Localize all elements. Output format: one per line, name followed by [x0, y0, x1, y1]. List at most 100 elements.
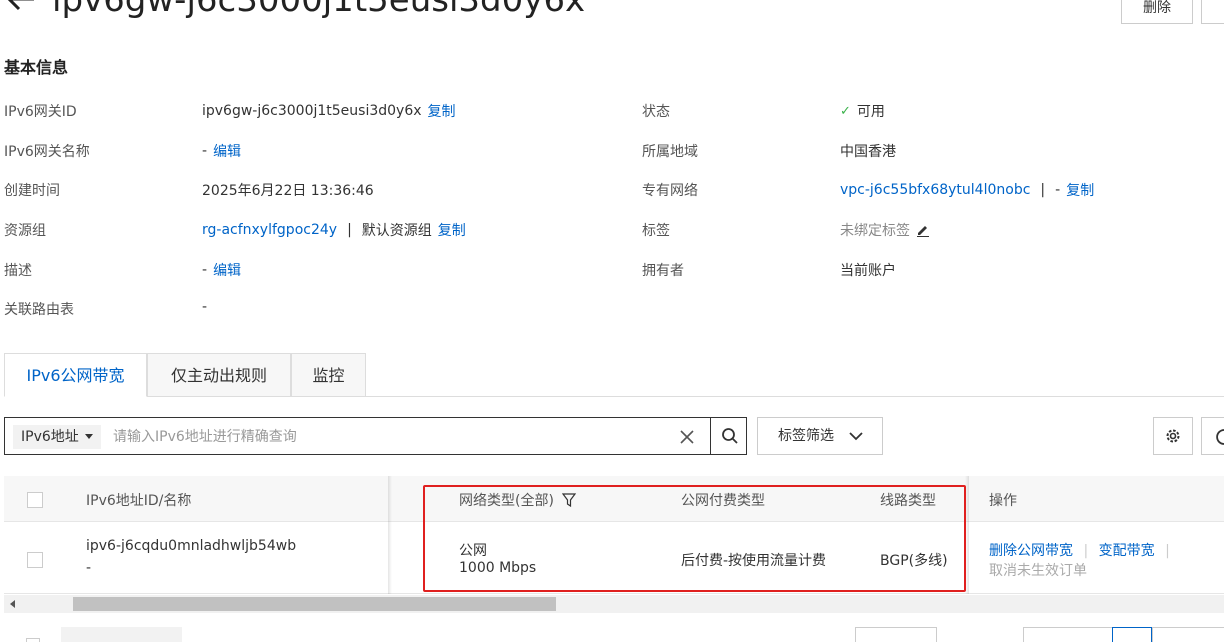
- info-label-status: 状态: [642, 104, 670, 120]
- tab-monitoring[interactable]: 监控: [291, 353, 366, 397]
- prev-page-button[interactable]: [1023, 627, 1115, 642]
- page-size-select[interactable]: [855, 627, 937, 642]
- check-icon: ✓: [840, 103, 851, 119]
- page-title: ipv6gw-j6c3000j1t5eusi3d0y6x: [52, 0, 586, 20]
- scrollbar-thumb[interactable]: [73, 597, 556, 611]
- bandwidth-table: IPv6地址ID/名称 网络类型(全部) 公网付费类型 线路类型 操作 ipv6…: [4, 476, 1224, 594]
- chevron-down-icon: [849, 432, 863, 441]
- section-title: 基本信息: [4, 58, 69, 77]
- line-type-value: BGP(多线): [880, 553, 948, 569]
- page-number-current[interactable]: [1112, 627, 1152, 642]
- info-label-gateway-name: IPv6网关名称: [4, 144, 90, 160]
- header-actions: 操作: [989, 493, 1017, 509]
- info-label-region: 所属地域: [642, 144, 698, 160]
- filter-icon[interactable]: [562, 493, 577, 507]
- info-value-tags: 未绑定标签: [840, 220, 930, 240]
- resource-group-link[interactable]: rg-acfnxylfgpoc24y: [202, 222, 337, 238]
- horizontal-scrollbar[interactable]: [4, 595, 1224, 613]
- cancel-order-link[interactable]: 取消未生效订单: [989, 560, 1087, 580]
- batch-action-button[interactable]: [61, 627, 182, 642]
- info-value-resource-group: rg-acfnxylfgpoc24y | 默认资源组 复制: [202, 220, 466, 240]
- delete-button[interactable]: 删除: [1121, 0, 1193, 24]
- refresh-icon: [1216, 429, 1224, 445]
- refresh-button[interactable]: [1201, 417, 1224, 455]
- header-id-name: IPv6地址ID/名称: [86, 493, 192, 509]
- status-text: 可用: [856, 104, 885, 120]
- info-value-owner: 当前账户: [840, 260, 896, 280]
- gateway-name-text: -: [202, 143, 208, 159]
- select-all-checkbox[interactable]: [27, 492, 43, 508]
- footer-select-all-checkbox[interactable]: [26, 638, 40, 642]
- fixed-column-shadow: [965, 476, 969, 594]
- header-network-type[interactable]: 网络类型(全部): [459, 490, 577, 510]
- tags-text: 未绑定标签: [840, 223, 910, 239]
- delete-bandwidth-link[interactable]: 删除公网带宽: [989, 543, 1073, 559]
- info-label-tags: 标签: [642, 223, 670, 239]
- gateway-id-text: ipv6gw-j6c3000j1t5eusi3d0y6x: [202, 103, 422, 119]
- resource-group-name: 默认资源组: [361, 223, 432, 239]
- info-label-owner: 拥有者: [642, 263, 684, 279]
- title-row: ipv6gw-j6c3000j1t5eusi3d0y6x: [0, 0, 1224, 26]
- caret-down-icon: [84, 434, 93, 439]
- bandwidth-value: 1000 Mbps: [459, 560, 537, 576]
- info-value-gateway-id: ipv6gw-j6c3000j1t5eusi3d0y6x 复制: [202, 101, 456, 121]
- description-text: -: [202, 262, 208, 278]
- ipv6-address-id: ipv6-j6cqdu0mnladhwljb54wb: [86, 538, 297, 554]
- info-label-route-table: 关联路由表: [4, 302, 74, 318]
- action-separator: |: [1083, 543, 1089, 559]
- info-label-vpc: 专有网络: [642, 183, 698, 199]
- info-value-region: 中国香港: [840, 141, 896, 161]
- tab-egress-only-rules[interactable]: 仅主动出规则: [147, 353, 291, 397]
- copy-gateway-id-link[interactable]: 复制: [428, 101, 456, 121]
- network-type-label: 网络类型(全部): [459, 493, 554, 509]
- settings-button[interactable]: [1153, 417, 1193, 455]
- actions-cell: 删除公网带宽 | 变配带宽 |: [989, 540, 1176, 560]
- created-time-text: 2025年6月22日 13:36:46: [202, 183, 374, 199]
- billing-type-value: 后付费-按使用流量计费: [681, 553, 827, 569]
- vpc-name: -: [1055, 182, 1061, 198]
- table-row: ipv6-j6cqdu0mnladhwljb54wb - 公网 1000 Mbp…: [4, 522, 1224, 594]
- search-button[interactable]: [710, 417, 748, 455]
- route-table-text: -: [202, 299, 208, 315]
- pencil-icon[interactable]: [916, 223, 930, 237]
- back-arrow-icon[interactable]: [4, 0, 38, 16]
- info-label-resource-group: 资源组: [4, 223, 46, 239]
- info-value-description: - 编辑: [202, 260, 241, 280]
- tag-filter-button[interactable]: 标签筛选: [757, 417, 883, 455]
- close-icon[interactable]: [677, 427, 697, 447]
- info-label-created-time: 创建时间: [4, 183, 60, 199]
- edit-description-link[interactable]: 编辑: [213, 260, 241, 280]
- info-value-route-table: -: [202, 299, 207, 315]
- next-page-button[interactable]: [1152, 627, 1224, 642]
- region-text: 中国香港: [840, 144, 896, 160]
- tab-ipv6-bandwidth[interactable]: IPv6公网带宽: [4, 353, 147, 397]
- info-value-gateway-name: - 编辑: [202, 141, 241, 161]
- separator: |: [1040, 182, 1046, 198]
- info-value-created-time: 2025年6月22日 13:36:46: [202, 180, 374, 200]
- info-label-description: 描述: [4, 263, 32, 279]
- search-input[interactable]: [113, 424, 668, 450]
- search-field-label: IPv6地址: [21, 429, 79, 445]
- copy-resource-group-link[interactable]: 复制: [438, 220, 466, 240]
- tab-bar: IPv6公网带宽 仅主动出规则 监控: [4, 353, 1224, 397]
- table-footer: [0, 626, 1224, 642]
- header-billing-type: 公网付费类型: [681, 493, 765, 509]
- change-bandwidth-link[interactable]: 变配带宽: [1099, 543, 1155, 559]
- separator: |: [347, 222, 352, 238]
- ipv6-address-name: -: [86, 560, 92, 576]
- search-field-select[interactable]: IPv6地址: [13, 425, 101, 449]
- copy-vpc-link[interactable]: 复制: [1066, 180, 1094, 200]
- row-checkbox[interactable]: [27, 552, 43, 568]
- fixed-column-shadow: [388, 476, 392, 594]
- vpc-link[interactable]: vpc-j6c55bfx68ytul4l0nobc: [840, 182, 1030, 198]
- scroll-left-arrow-icon[interactable]: [8, 599, 18, 609]
- search-box: IPv6地址: [4, 417, 747, 455]
- gear-icon: [1166, 429, 1180, 443]
- network-type-value: 公网: [459, 543, 487, 559]
- table-header-row: IPv6地址ID/名称 网络类型(全部) 公网付费类型 线路类型 操作: [4, 476, 1224, 522]
- edit-gateway-name-link[interactable]: 编辑: [213, 141, 241, 161]
- more-button[interactable]: [1201, 0, 1224, 24]
- search-icon: [721, 428, 738, 444]
- tag-filter-label: 标签筛选: [778, 428, 834, 444]
- info-label-gateway-id: IPv6网关ID: [4, 104, 77, 120]
